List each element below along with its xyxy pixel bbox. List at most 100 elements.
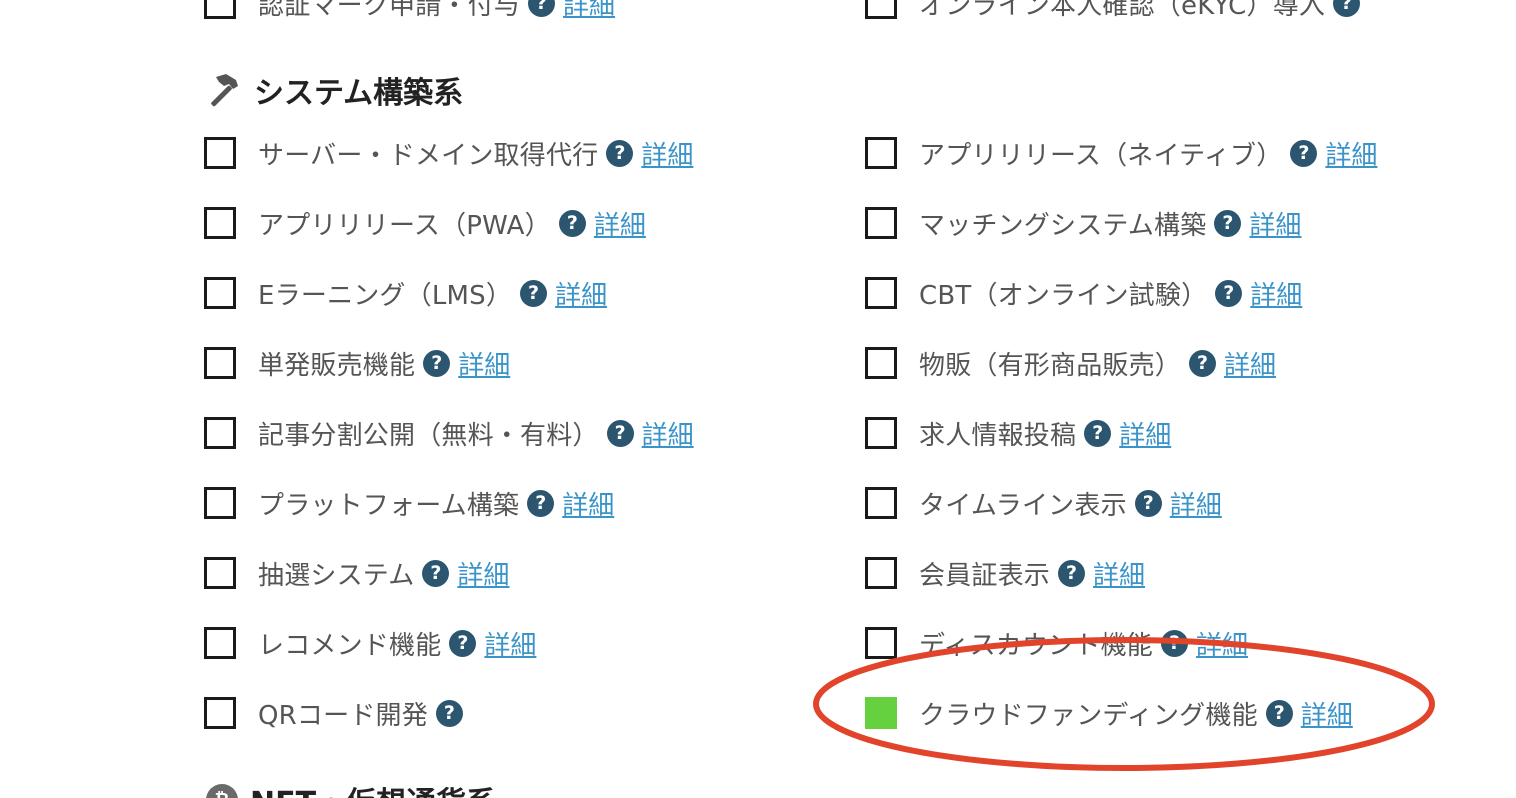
help-icon[interactable]: ? <box>1290 139 1318 167</box>
options-card: 認証マーク申請・付与 ? 詳細 オンライン本人確認（eKYC）導入 ? システム… <box>134 0 1516 798</box>
bitcoin-icon: ₿ <box>206 784 238 798</box>
option-item[interactable]: 会員証表示? 詳細 <box>865 555 1145 592</box>
help-icon[interactable]: ? <box>528 0 556 17</box>
detail-link[interactable]: 詳細 <box>1301 695 1353 732</box>
option-label: Eラーニング（LMS） <box>258 280 513 311</box>
help-icon[interactable]: ? <box>1265 699 1293 727</box>
detail-link[interactable]: 詳細 <box>1170 485 1222 522</box>
detail-link[interactable]: 詳細 <box>1325 135 1377 172</box>
detail-link[interactable]: 詳細 <box>594 205 646 242</box>
option-label: アプリリリース（PWA） <box>258 210 551 241</box>
option-label: アプリリリース（ネイティブ） <box>919 140 1283 171</box>
option-checkbox-checked[interactable] <box>865 697 897 729</box>
detail-link[interactable]: 詳細 <box>1093 555 1145 592</box>
option-checkbox[interactable] <box>865 557 897 589</box>
option-item[interactable]: 記事分割公開（無料・有料）? 詳細 <box>204 415 694 452</box>
left-gutter <box>0 0 134 798</box>
option-checkbox[interactable] <box>204 627 236 659</box>
option-item[interactable]: クラウドファンディング機能? 詳細 <box>865 695 1353 732</box>
option-item[interactable]: 認証マーク申請・付与 ? 詳細 <box>204 0 615 22</box>
detail-link[interactable]: 詳細 <box>641 135 693 172</box>
option-checkbox[interactable] <box>204 207 236 239</box>
option-label: QRコード開発 <box>258 700 428 731</box>
help-icon[interactable]: ? <box>527 489 555 517</box>
option-checkbox[interactable] <box>204 0 236 19</box>
option-checkbox[interactable] <box>865 207 897 239</box>
option-label: ディスカウント機能 <box>919 630 1153 661</box>
option-item[interactable]: オンライン本人確認（eKYC）導入 ? <box>865 0 1368 21</box>
option-checkbox[interactable] <box>865 417 897 449</box>
option-label: マッチングシステム構築 <box>919 210 1207 241</box>
option-checkbox[interactable] <box>865 627 897 659</box>
detail-link[interactable]: 詳細 <box>1196 625 1248 662</box>
option-item[interactable]: レコメンド機能? 詳細 <box>204 625 536 662</box>
option-item[interactable]: QRコード開発? <box>204 696 471 731</box>
option-item[interactable]: アプリリリース（ネイティブ）? 詳細 <box>865 135 1377 172</box>
option-item[interactable]: プラットフォーム構築? 詳細 <box>204 485 614 522</box>
help-icon[interactable]: ? <box>1084 419 1112 447</box>
option-item[interactable]: ディスカウント機能? 詳細 <box>865 625 1248 662</box>
detail-link[interactable]: 詳細 <box>642 415 694 452</box>
option-label: 物販（有形商品販売） <box>919 350 1182 381</box>
option-checkbox[interactable] <box>204 417 236 449</box>
option-label: プラットフォーム構築 <box>258 490 520 521</box>
option-label: サーバー・ドメイン取得代行 <box>258 140 599 171</box>
help-icon[interactable]: ? <box>1134 489 1162 517</box>
option-item[interactable]: 求人情報投稿? 詳細 <box>865 415 1171 452</box>
option-item[interactable]: サーバー・ドメイン取得代行? 詳細 <box>204 135 693 172</box>
help-icon[interactable]: ? <box>558 209 586 237</box>
option-item[interactable]: 物販（有形商品販売）? 詳細 <box>865 345 1276 382</box>
help-icon[interactable]: ? <box>1333 0 1361 17</box>
option-checkbox[interactable] <box>204 137 236 169</box>
help-icon[interactable]: ? <box>1189 349 1217 377</box>
detail-link[interactable]: 詳細 <box>562 485 614 522</box>
detail-link[interactable]: 詳細 <box>458 345 510 382</box>
option-checkbox[interactable] <box>204 697 236 729</box>
detail-link[interactable]: 詳細 <box>1249 205 1301 242</box>
detail-link[interactable]: 詳細 <box>1224 345 1276 382</box>
hammer-icon <box>204 71 242 109</box>
detail-link[interactable]: 詳細 <box>484 625 536 662</box>
option-item[interactable]: アプリリリース（PWA）? 詳細 <box>204 205 646 242</box>
option-label: 記事分割公開（無料・有料） <box>258 420 599 451</box>
help-icon[interactable]: ? <box>422 559 450 587</box>
help-icon[interactable]: ? <box>1214 209 1242 237</box>
option-item[interactable]: マッチングシステム構築? 詳細 <box>865 205 1301 242</box>
option-label: オンライン本人確認（eKYC）導入 <box>919 0 1326 21</box>
detail-link[interactable]: 詳細 <box>555 275 607 312</box>
detail-link[interactable]: 詳細 <box>457 555 509 592</box>
option-label: クラウドファンディング機能 <box>919 700 1258 731</box>
option-checkbox[interactable] <box>204 277 236 309</box>
option-checkbox[interactable] <box>865 0 897 19</box>
option-item[interactable]: タイムライン表示? 詳細 <box>865 485 1222 522</box>
option-checkbox[interactable] <box>865 137 897 169</box>
help-icon[interactable]: ? <box>435 699 463 727</box>
option-label: タイムライン表示 <box>919 490 1127 521</box>
option-checkbox[interactable] <box>204 557 236 589</box>
option-checkbox[interactable] <box>204 347 236 379</box>
option-checkbox[interactable] <box>865 487 897 519</box>
help-icon[interactable]: ? <box>520 279 548 307</box>
option-label: 単発販売機能 <box>258 350 416 381</box>
detail-link[interactable]: 詳細 <box>1119 415 1171 452</box>
detail-link[interactable]: 詳細 <box>1250 275 1302 312</box>
section-title: NFT・仮想通貨系 <box>250 778 496 798</box>
option-item[interactable]: CBT（オンライン試験）? 詳細 <box>865 275 1302 312</box>
help-icon[interactable]: ? <box>606 419 634 447</box>
help-icon[interactable]: ? <box>606 139 634 167</box>
detail-link[interactable]: 詳細 <box>563 0 615 22</box>
help-icon[interactable]: ? <box>423 349 451 377</box>
option-label: 求人情報投稿 <box>919 420 1077 451</box>
option-checkbox[interactable] <box>204 487 236 519</box>
option-checkbox[interactable] <box>865 277 897 309</box>
page: 認証マーク申請・付与 ? 詳細 オンライン本人確認（eKYC）導入 ? システム… <box>0 0 1516 798</box>
help-icon[interactable]: ? <box>449 629 477 657</box>
section-header-system: システム構築系 <box>204 68 463 112</box>
option-item[interactable]: 単発販売機能? 詳細 <box>204 345 510 382</box>
help-icon[interactable]: ? <box>1058 559 1086 587</box>
help-icon[interactable]: ? <box>1215 279 1243 307</box>
help-icon[interactable]: ? <box>1160 629 1188 657</box>
option-item[interactable]: 抽選システム? 詳細 <box>204 555 509 592</box>
option-item[interactable]: Eラーニング（LMS）? 詳細 <box>204 275 607 312</box>
option-checkbox[interactable] <box>865 347 897 379</box>
